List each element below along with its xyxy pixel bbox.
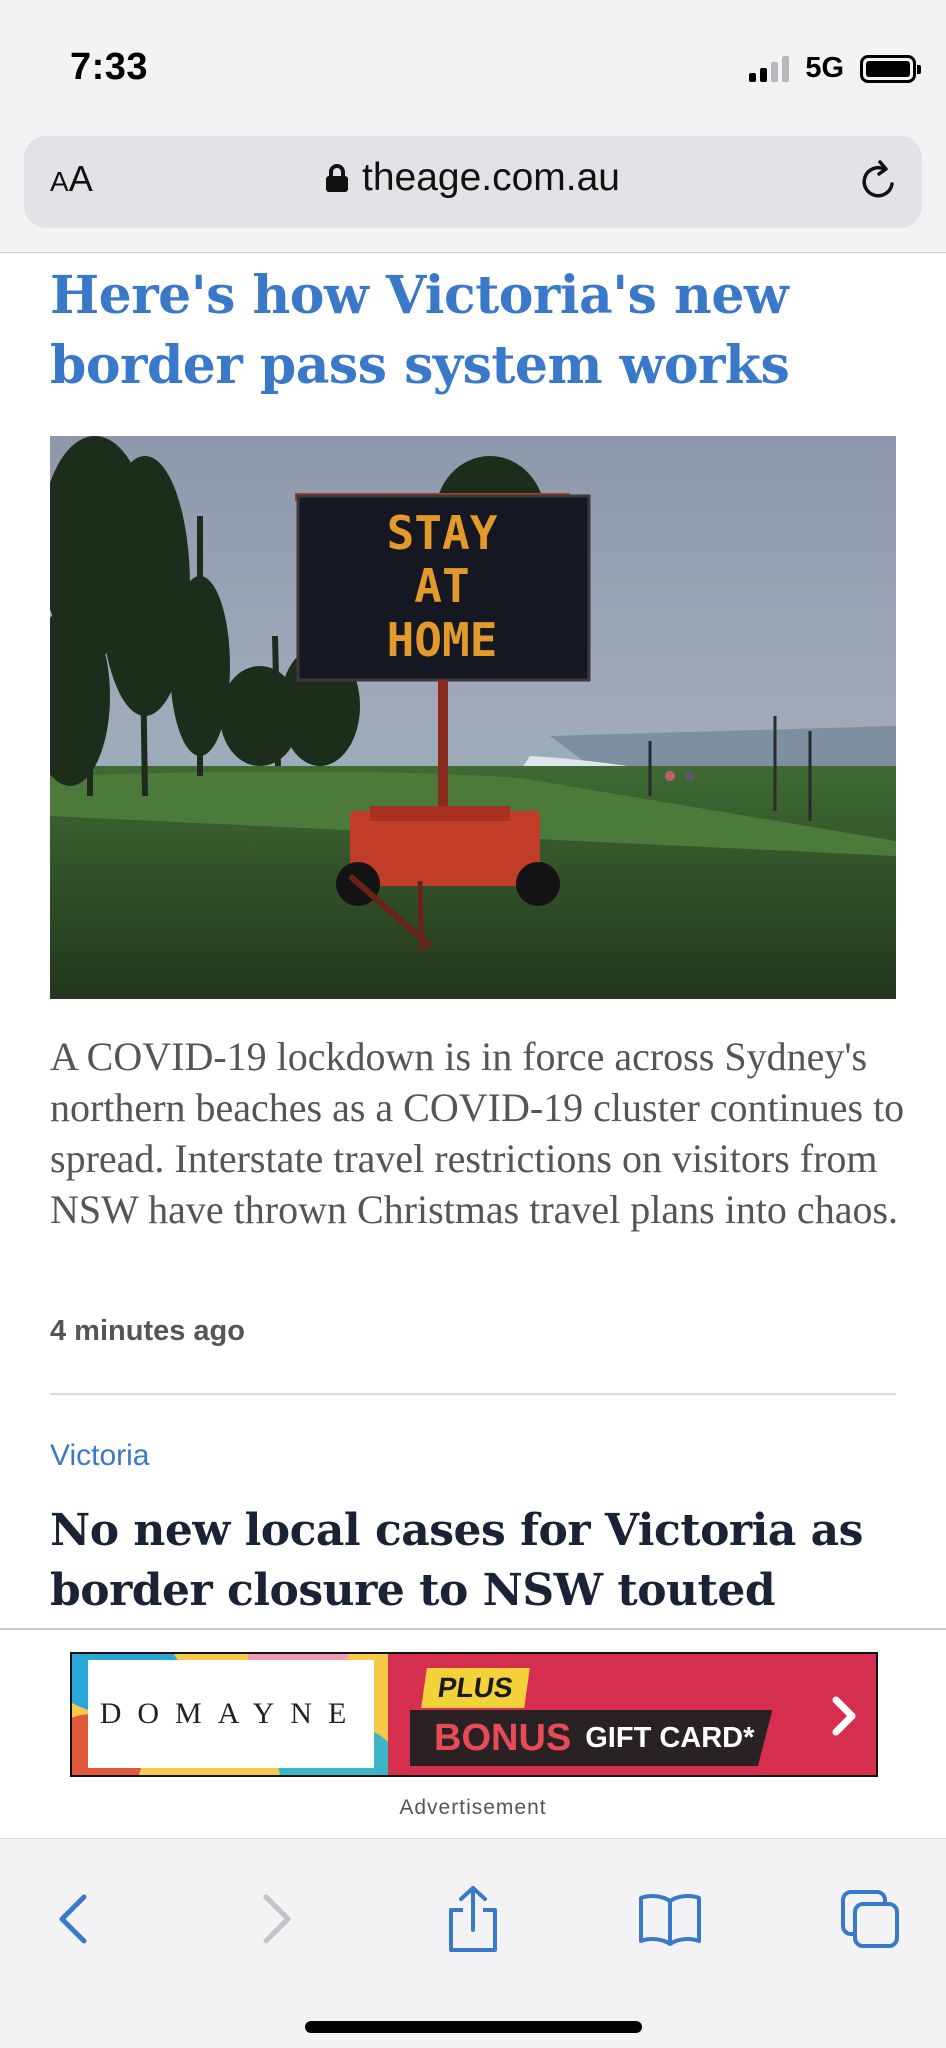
browser-toolbar — [0, 1838, 946, 2048]
sign-text-line-3: HOME — [387, 613, 498, 667]
ad-offer-panel: PLUS BONUS GIFT CARD* — [388, 1654, 876, 1775]
advertisement-region: DOMAYNE PLUS BONUS GIFT CARD* Advertisem… — [0, 1628, 946, 1838]
article-headline[interactable]: Here's how Victoria's new border pass sy… — [50, 261, 910, 401]
url-text[interactable]: theage.com.au — [362, 156, 620, 200]
bookmarks-button[interactable] — [630, 1879, 710, 1959]
chevron-left-icon — [59, 1894, 87, 1944]
book-icon — [639, 1894, 701, 1946]
tabs-icon — [841, 1890, 899, 1948]
address-bar[interactable]: AA theage.com.au — [24, 136, 922, 228]
article-hero-image[interactable]: STAY AT HOME — [50, 436, 896, 999]
ad-bonus-strip: BONUS GIFT CARD* — [410, 1710, 773, 1766]
cellular-signal-icon — [749, 55, 790, 82]
article-summary: A COVID-19 lockdown is in force across S… — [50, 1034, 905, 1232]
share-button[interactable] — [433, 1879, 513, 1959]
share-icon — [449, 1886, 497, 1952]
reload-icon[interactable] — [854, 158, 902, 206]
article-timestamp: 4 minutes ago — [50, 1315, 245, 1347]
lock-icon — [325, 164, 348, 192]
home-indicator[interactable] — [305, 2021, 642, 2033]
ad-plus-badge: PLUS — [421, 1668, 530, 1708]
ad-gift-card-text: GIFT CARD* — [585, 1721, 755, 1754]
ad-bonus-text: BONUS — [434, 1716, 572, 1759]
tabs-button[interactable] — [830, 1879, 910, 1959]
back-button[interactable] — [34, 1879, 114, 1959]
ad-brand-panel: DOMAYNE — [72, 1654, 388, 1775]
network-label: 5G — [805, 52, 844, 84]
chevron-right-icon — [832, 1696, 856, 1736]
ad-brand-logo: DOMAYNE — [99, 1697, 363, 1730]
status-indicators: 5G — [749, 52, 921, 85]
article-headline-2[interactable]: No new local cases for Victoria as borde… — [50, 1501, 910, 1621]
sign-text-line-1: STAY — [387, 506, 498, 560]
article-divider — [50, 1393, 896, 1395]
sign-text-line-2: AT — [414, 559, 469, 613]
section-link-victoria[interactable]: Victoria — [50, 1439, 150, 1473]
status-time: 7:33 — [70, 46, 149, 88]
forward-button[interactable] — [236, 1879, 316, 1959]
chevron-right-icon — [263, 1894, 291, 1944]
ad-banner[interactable]: DOMAYNE PLUS BONUS GIFT CARD* — [70, 1652, 878, 1777]
battery-icon — [860, 54, 921, 83]
browser-top-chrome: 7:33 5G AA theage.com.au — [0, 0, 946, 253]
ad-caption: Advertisement — [399, 1796, 547, 1819]
